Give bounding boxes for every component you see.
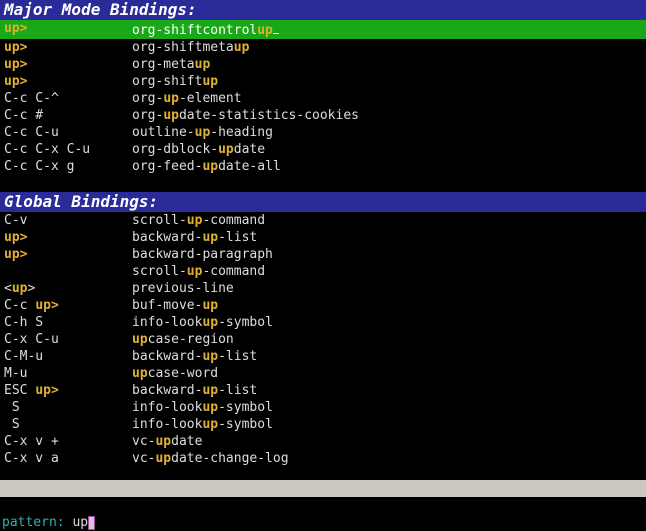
key-column: S	[4, 399, 132, 416]
command-column: info-lookup-symbol	[132, 399, 642, 416]
command-column: org-dblock-update	[132, 141, 642, 158]
command-column: backward-up-list	[132, 348, 642, 365]
key-column: C-x C-u	[4, 331, 132, 348]
binding-row[interactable]: C-c C-uoutline-up-heading	[0, 124, 646, 141]
key-column: <up>	[4, 280, 132, 297]
binding-row[interactable]: M-uupcase-word	[0, 365, 646, 382]
key-column: up>	[4, 229, 132, 246]
key-column: C-x v +	[4, 433, 132, 450]
command-column: vc-update	[132, 433, 642, 450]
command-column: backward-up-list	[132, 382, 642, 399]
cursor-icon	[88, 516, 95, 530]
minibuffer[interactable]: pattern: up	[0, 497, 646, 514]
command-column: buf-move-up	[132, 297, 642, 314]
binding-row[interactable]: C-vscroll-up-command	[0, 212, 646, 229]
key-column: M-u	[4, 365, 132, 382]
command-column: outline-up-heading	[132, 124, 642, 141]
key-column: up>	[4, 246, 132, 263]
command-column: org-shiftup	[132, 73, 642, 90]
binding-row[interactable]: up>org-shiftup	[0, 73, 646, 90]
binding-row[interactable]: C-x v +vc-update	[0, 433, 646, 450]
minibuffer-input: up	[72, 515, 88, 530]
binding-row[interactable]: C-M-ubackward-up-list	[0, 348, 646, 365]
key-column: up>	[4, 56, 132, 73]
binding-row[interactable]: scroll-up-command	[0, 263, 646, 280]
binding-row[interactable]: ESC up>backward-up-list	[0, 382, 646, 399]
key-column: C-c C-x C-u	[4, 141, 132, 158]
modeline: *helm* L1 [9 Candidate(s)] C-h m:Help TA…	[0, 480, 646, 497]
command-column: org-up-element	[132, 90, 642, 107]
binding-row[interactable]: C-c C-x gorg-feed-update-all	[0, 158, 646, 175]
command-column: previous-line	[132, 280, 642, 297]
key-column: ESC up>	[4, 382, 132, 399]
command-column: org-feed-update-all	[132, 158, 642, 175]
binding-row[interactable]: <up>previous-line	[0, 280, 646, 297]
command-column: scroll-up-command	[132, 212, 642, 229]
key-column: C-c up>	[4, 297, 132, 314]
key-column: up>	[4, 73, 132, 90]
command-column: backward-up-list	[132, 229, 642, 246]
command-column: info-lookup-symbol	[132, 314, 642, 331]
key-column: up>	[4, 39, 132, 56]
command-column: org-metaup	[132, 56, 642, 73]
key-column: C-h S	[4, 314, 132, 331]
command-column: backward-paragraph	[132, 246, 642, 263]
binding-row[interactable]: C-c C-^org-up-element	[0, 90, 646, 107]
command-column: org-shiftmetaup	[132, 39, 642, 56]
command-column: org-shiftcontrolup	[132, 20, 642, 39]
binding-row[interactable]: Sinfo-lookup-symbol	[0, 416, 646, 433]
section-header: Global Bindings:	[0, 192, 646, 212]
key-column: C-M-u	[4, 348, 132, 365]
key-column: C-c C-u	[4, 124, 132, 141]
command-column: vc-update-change-log	[132, 450, 642, 467]
binding-row[interactable]: up>org-shiftmetaup	[0, 39, 646, 56]
binding-row[interactable]: C-x C-uupcase-region	[0, 331, 646, 348]
binding-row[interactable]: up>org-shiftcontrolup	[0, 20, 646, 39]
minibuffer-prompt: pattern:	[2, 515, 72, 530]
binding-row[interactable]: C-h Sinfo-lookup-symbol	[0, 314, 646, 331]
binding-row[interactable]: up>org-metaup	[0, 56, 646, 73]
key-column: S	[4, 416, 132, 433]
command-column: upcase-region	[132, 331, 642, 348]
binding-row[interactable]: C-c #org-update-statistics-cookies	[0, 107, 646, 124]
key-column	[4, 263, 132, 280]
spacer	[0, 175, 646, 192]
command-column: upcase-word	[132, 365, 642, 382]
command-column: info-lookup-symbol	[132, 416, 642, 433]
key-column: C-c #	[4, 107, 132, 124]
binding-row[interactable]: up>backward-paragraph	[0, 246, 646, 263]
binding-row[interactable]: C-c up>buf-move-up	[0, 297, 646, 314]
key-column: up>	[4, 20, 132, 39]
binding-row[interactable]: Sinfo-lookup-symbol	[0, 399, 646, 416]
command-column: org-update-statistics-cookies	[132, 107, 642, 124]
binding-row[interactable]: C-c C-x C-uorg-dblock-update	[0, 141, 646, 158]
section-header: Major Mode Bindings:	[0, 0, 646, 20]
binding-row[interactable]: up>backward-up-list	[0, 229, 646, 246]
key-column: C-x v a	[4, 450, 132, 467]
key-column: C-v	[4, 212, 132, 229]
key-column: C-c C-^	[4, 90, 132, 107]
command-column: scroll-up-command	[132, 263, 642, 280]
key-column: C-c C-x g	[4, 158, 132, 175]
binding-row[interactable]: C-x v avc-update-change-log	[0, 450, 646, 467]
